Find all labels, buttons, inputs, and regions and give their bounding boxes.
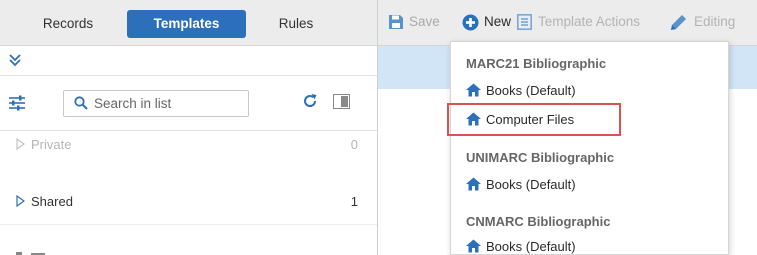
expand-triangle-icon — [16, 138, 25, 150]
group-label: Shared — [31, 194, 73, 209]
expand-triangle-icon — [16, 195, 25, 207]
tab-rules[interactable]: Rules — [262, 10, 330, 38]
sliders-icon[interactable] — [8, 95, 26, 111]
tab-records[interactable]: Records — [20, 10, 116, 38]
collapse-row — [0, 46, 378, 76]
double-chevron-down-icon[interactable] — [8, 52, 22, 68]
divider — [0, 130, 378, 131]
dropdown-section-header: MARC21 Bibliographic — [466, 56, 607, 71]
dropdown-section-header: UNIMARC Bibliographic — [466, 150, 615, 165]
floppy-disk-icon — [389, 15, 403, 29]
group-label: Private — [31, 137, 72, 152]
refresh-icon[interactable] — [302, 93, 318, 109]
dropdown-section-header: CNMARC Bibliographic — [466, 214, 611, 229]
list-icon — [517, 14, 532, 30]
home-icon — [466, 83, 481, 97]
home-icon — [466, 177, 481, 191]
group-count: 1 — [350, 194, 358, 209]
group-count: 0 — [350, 137, 358, 152]
search-icon — [74, 96, 88, 110]
tab-templates[interactable]: Templates — [127, 10, 246, 38]
search-input[interactable] — [94, 94, 244, 113]
group-private[interactable]: Private 0 — [0, 133, 378, 157]
new-template-dropdown: MARC21 Bibliographic Books (Default) Com… — [450, 41, 729, 255]
group-shared[interactable]: Shared 1 — [0, 190, 378, 214]
left-tab-bar: Records Templates Rules — [0, 0, 378, 46]
templates-list-panel: Private 0 Shared 1 — [0, 46, 378, 255]
plus-circle-icon — [462, 14, 479, 31]
editor-toolbar: Save New Template Actions Editing — [378, 0, 757, 46]
home-icon — [466, 239, 481, 253]
panel-toggle-icon[interactable] — [333, 94, 350, 109]
pencil-icon — [671, 15, 686, 30]
home-icon — [466, 112, 481, 126]
search-input-wrapper — [63, 90, 249, 117]
divider — [0, 224, 378, 225]
